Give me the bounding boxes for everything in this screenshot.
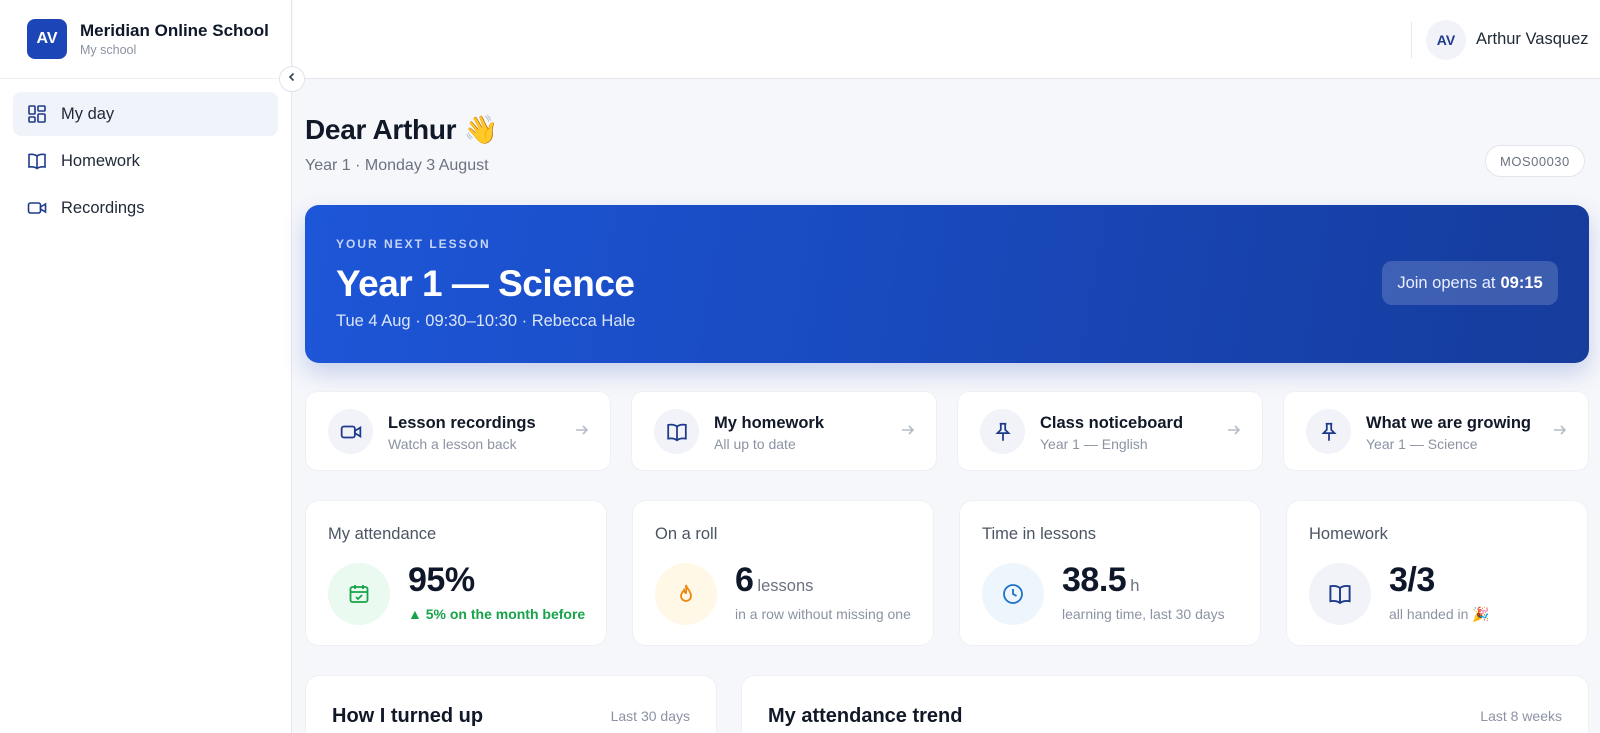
sidebar-item-my-day[interactable]: My day <box>13 92 278 136</box>
stat-label: My attendance <box>328 525 437 543</box>
sidebar-item-label: My day <box>61 104 115 123</box>
book-icon <box>654 409 699 454</box>
student-code-badge: MOS00030 <box>1485 145 1585 177</box>
attendance-trend-panel: My attendance trend Last 8 weeks <box>741 675 1589 733</box>
clock-icon <box>982 563 1044 625</box>
quick-link-title: Lesson recordings <box>388 414 536 432</box>
stat-value: 95% <box>408 561 475 599</box>
join-lesson-button[interactable]: Join opens at 09:15 <box>1382 261 1558 305</box>
stat-label: On a roll <box>655 525 718 543</box>
arrow-right-icon <box>1552 422 1568 443</box>
chevron-left-icon <box>286 70 298 88</box>
next-lesson-card: YOUR NEXT LESSON Year 1 — Science Tue 4 … <box>305 205 1589 363</box>
school-subtitle: My school <box>80 43 137 57</box>
stat-label: Time in lessons <box>982 525 1097 543</box>
stat-value: 3/3 <box>1389 561 1435 599</box>
stat-time-in-lessons: Time in lessons 38.5 h learning time, las… <box>959 500 1261 646</box>
sidebar-collapse-button[interactable] <box>279 66 305 92</box>
quick-link-growing[interactable]: What we are growing Year 1 — Science <box>1283 391 1589 471</box>
arrow-right-icon <box>900 422 916 443</box>
pin-icon <box>980 409 1025 454</box>
stat-attendance: My attendance 95% ▲ 5% on the month befo… <box>305 500 607 646</box>
video-icon <box>328 409 373 454</box>
next-lesson-kicker: YOUR NEXT LESSON <box>336 237 491 251</box>
flame-icon <box>655 563 717 625</box>
next-lesson-title: Year 1 — Science <box>336 263 635 304</box>
page-subtitle: Year 1 · Monday 3 August <box>305 157 489 174</box>
pin-icon <box>1306 409 1351 454</box>
arrow-right-icon <box>574 422 590 443</box>
user-name[interactable]: Arthur Vasquez <box>1476 30 1589 49</box>
join-time: 09:15 <box>1500 273 1543 292</box>
wave-emoji: 👋 <box>463 114 499 145</box>
next-lesson-meta: Tue 4 Aug · 09:30–10:30 · Rebecca Hale <box>336 312 636 330</box>
stat-on-a-roll: On a roll 6 lessons in a row without miss… <box>632 500 934 646</box>
video-icon <box>27 198 47 218</box>
topbar: AV Arthur Vasquez <box>293 0 1600 79</box>
topbar-divider <box>1411 22 1412 58</box>
quick-link-title: Class noticeboard <box>1040 414 1184 432</box>
sidebar: AV Meridian Online School My school My d… <box>0 0 292 733</box>
quick-link-title: My homework <box>714 414 825 432</box>
calendar-check-icon <box>328 563 390 625</box>
panel-title: How I turned up <box>332 705 484 727</box>
sidebar-item-homework[interactable]: Homework <box>13 139 278 183</box>
book-icon <box>27 151 47 171</box>
sidebar-item-label: Homework <box>61 151 140 170</box>
stat-value: 38.5 h <box>1062 561 1140 599</box>
panel-range[interactable]: Last 8 weeks <box>1480 708 1562 724</box>
stat-label: Homework <box>1309 525 1388 543</box>
stat-note: ▲ 5% on the month before <box>408 606 586 622</box>
book-icon <box>1309 563 1371 625</box>
stat-note: in a row without missing one <box>735 606 911 622</box>
stat-value: 6 lessons <box>735 561 814 599</box>
quick-link-subtitle: Year 1 — English <box>1040 436 1148 452</box>
arrow-right-icon <box>1226 422 1242 443</box>
quick-link-subtitle: All up to date <box>714 436 796 452</box>
school-avatar: AV <box>27 19 67 59</box>
quick-link-subtitle: Watch a lesson back <box>388 436 517 452</box>
page-title: Dear Arthur 👋 <box>305 114 499 145</box>
panel-title: My attendance trend <box>768 705 963 727</box>
sidebar-item-label: Recordings <box>61 198 145 217</box>
quick-link-recordings[interactable]: Lesson recordings Watch a lesson back <box>305 391 611 471</box>
stat-unit: lessons <box>757 577 814 595</box>
join-label: Join opens at <box>1397 273 1496 292</box>
panel-range[interactable]: Last 30 days <box>611 708 690 724</box>
quick-link-title: What we are growing <box>1366 414 1532 432</box>
quick-link-homework[interactable]: My homework All up to date <box>631 391 937 471</box>
quick-link-subtitle: Year 1 — Science <box>1366 436 1478 452</box>
sidebar-nav: My day Homework Recordings <box>0 79 291 246</box>
turned-up-panel: How I turned up Last 30 days <box>305 675 717 733</box>
quick-link-noticeboard[interactable]: Class noticeboard Year 1 — English <box>957 391 1263 471</box>
user-avatar[interactable]: AV <box>1426 20 1466 60</box>
brand[interactable]: AV Meridian Online School My school <box>0 0 291 79</box>
dashboard-icon <box>27 104 47 124</box>
sidebar-item-recordings[interactable]: Recordings <box>13 186 278 230</box>
school-name: Meridian Online School <box>80 21 269 40</box>
stat-note: learning time, last 30 days <box>1062 606 1225 622</box>
stat-homework: Homework 3/3 all handed in 🎉 <box>1286 500 1588 646</box>
stat-unit: h <box>1130 577 1140 595</box>
stat-note: all handed in 🎉 <box>1389 606 1490 622</box>
